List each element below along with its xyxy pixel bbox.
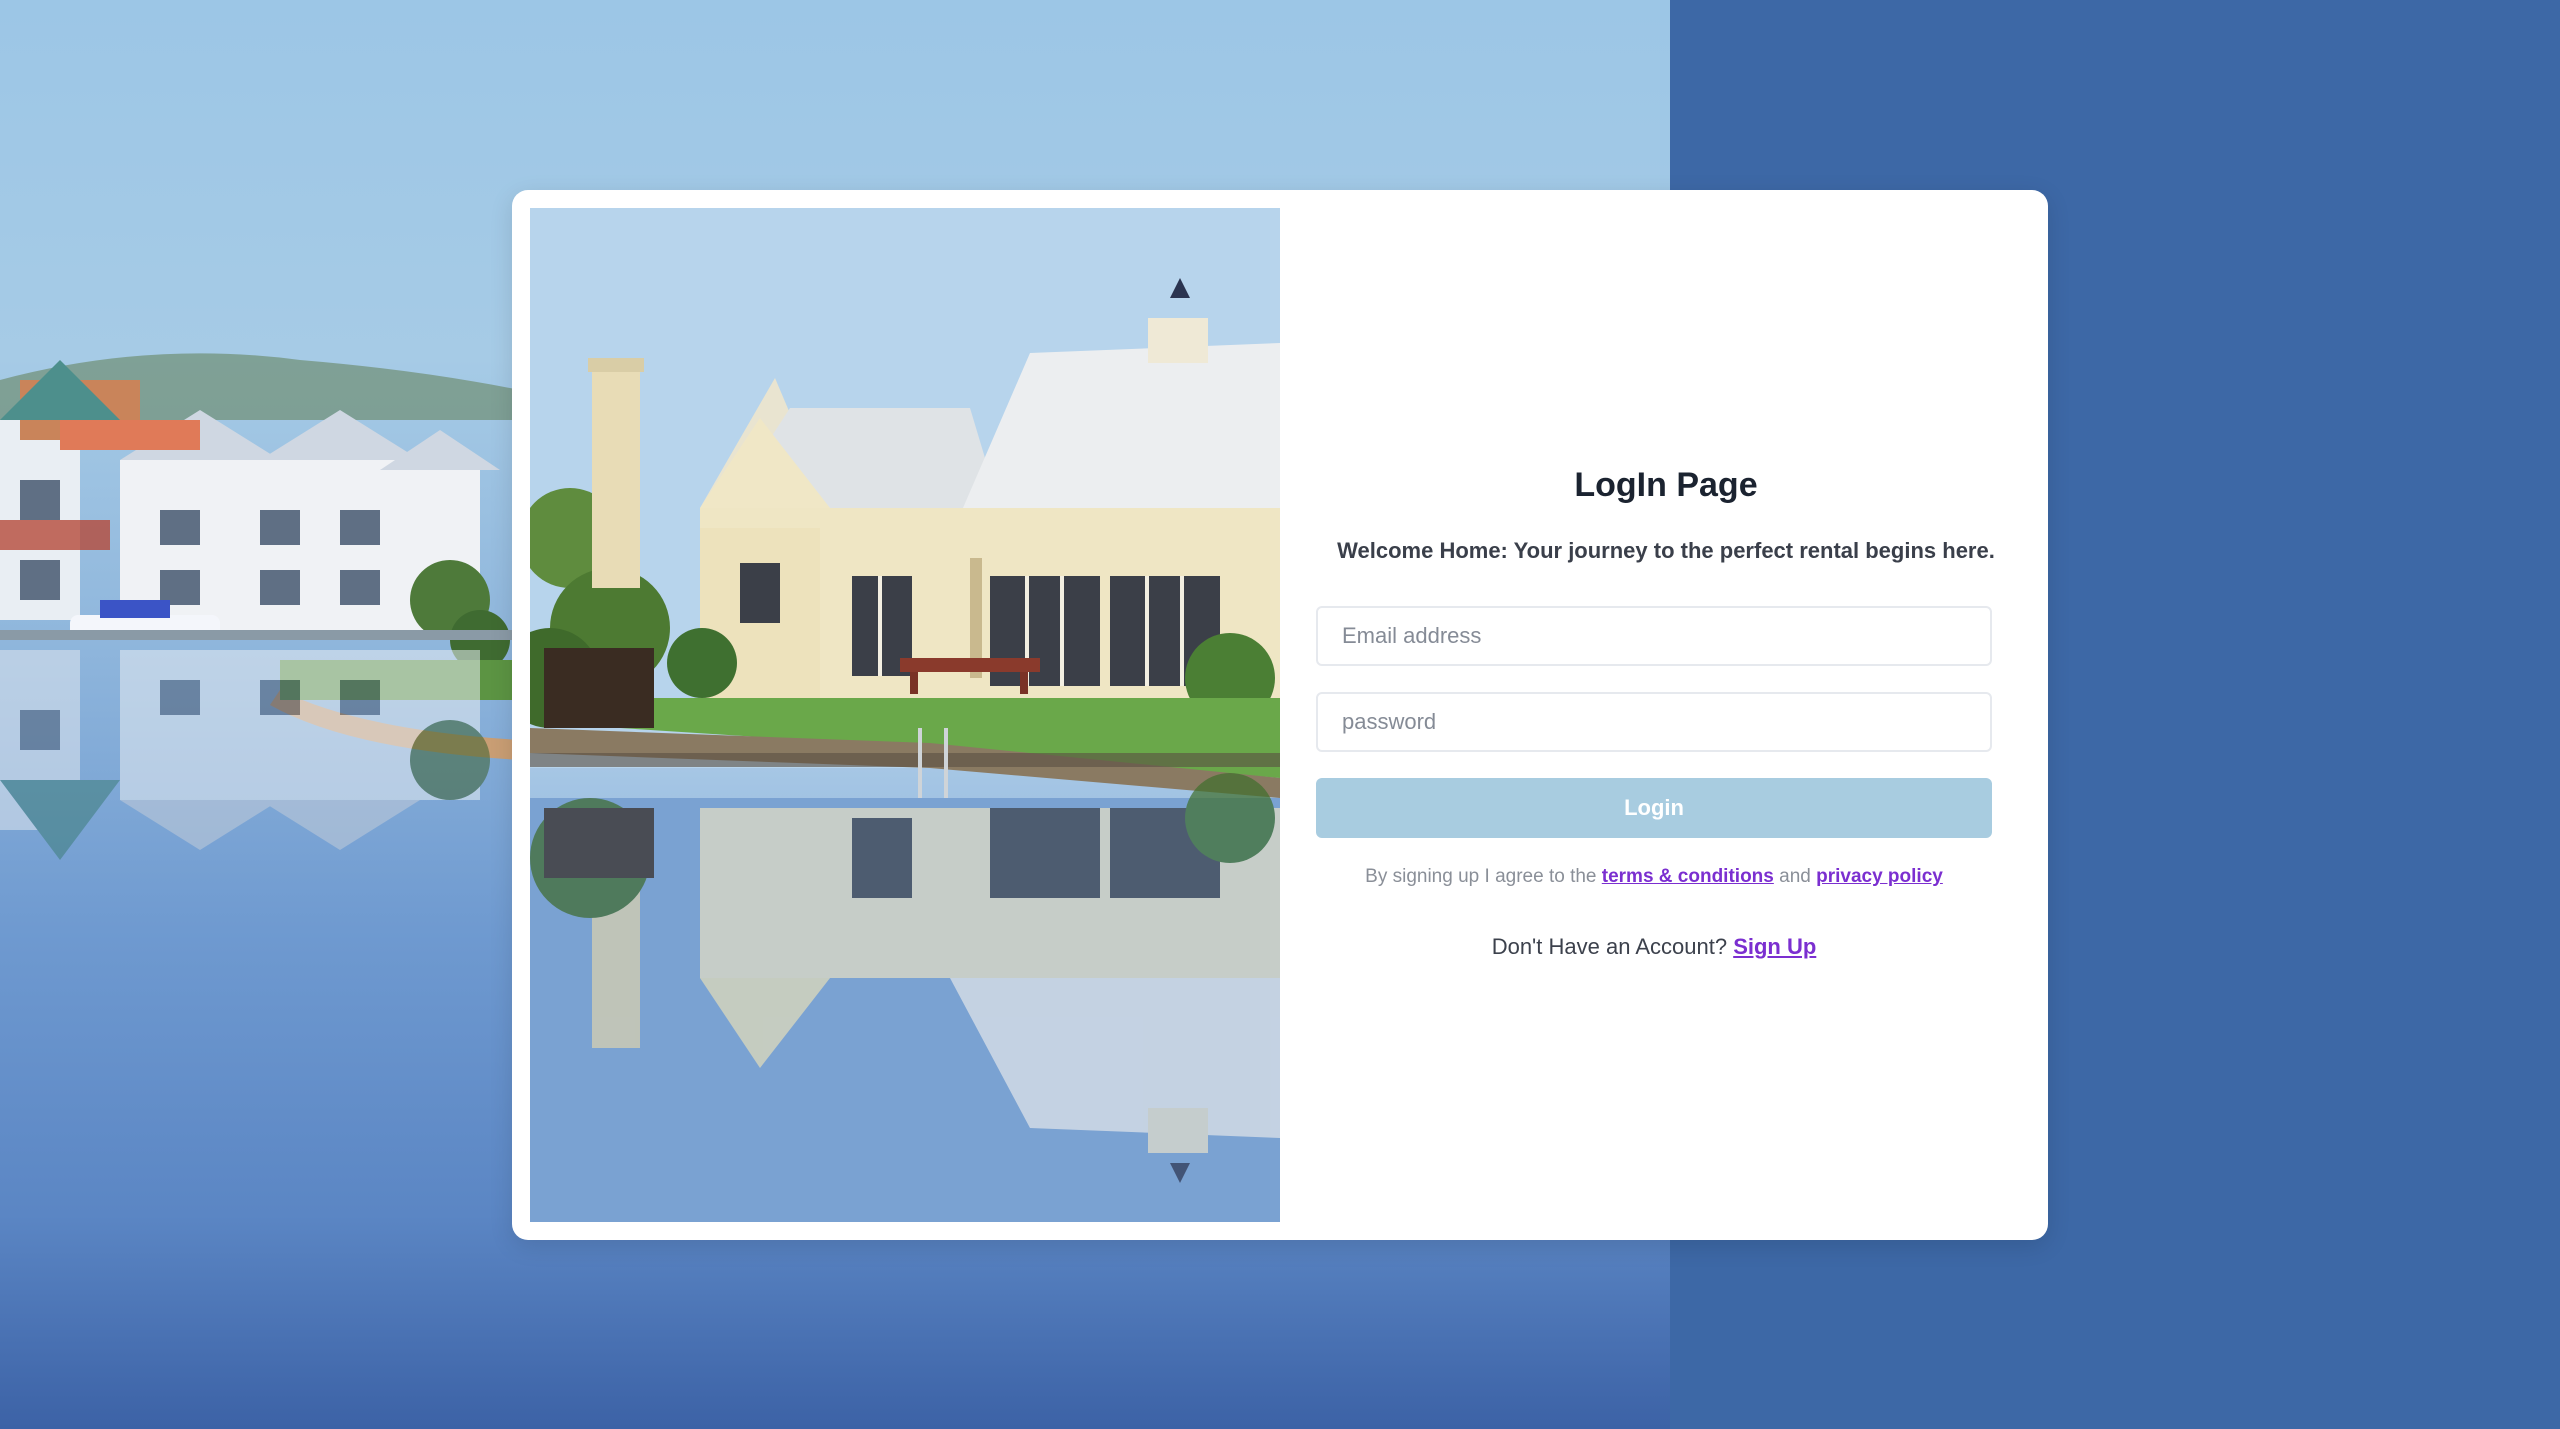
terms-prefix: By signing up I agree to the [1365, 866, 1597, 887]
password-input[interactable] [1316, 692, 1992, 752]
page-title: LogIn Page [1574, 466, 1758, 504]
login-card: LogIn Page Welcome Home: Your journey to… [512, 190, 2048, 1240]
privacy-policy-link[interactable]: privacy policy [1816, 866, 1943, 887]
signup-prompt: Don't Have an Account? Sign Up [1316, 934, 1992, 960]
email-input[interactable] [1316, 606, 1992, 666]
house-photo [530, 208, 1280, 1222]
signup-link[interactable]: Sign Up [1733, 934, 1816, 959]
signup-prompt-text: Don't Have an Account? [1491, 934, 1728, 959]
terms-notice: By signing up I agree to the terms & con… [1316, 866, 1992, 888]
terms-link[interactable]: terms & conditions [1602, 866, 1774, 887]
welcome-subtitle: Welcome Home: Your journey to the perfec… [1337, 538, 1995, 563]
terms-and: and [1779, 866, 1811, 887]
login-button[interactable]: Login [1316, 778, 1992, 838]
login-form: LogIn Page Welcome Home: Your journey to… [1316, 190, 2016, 1240]
